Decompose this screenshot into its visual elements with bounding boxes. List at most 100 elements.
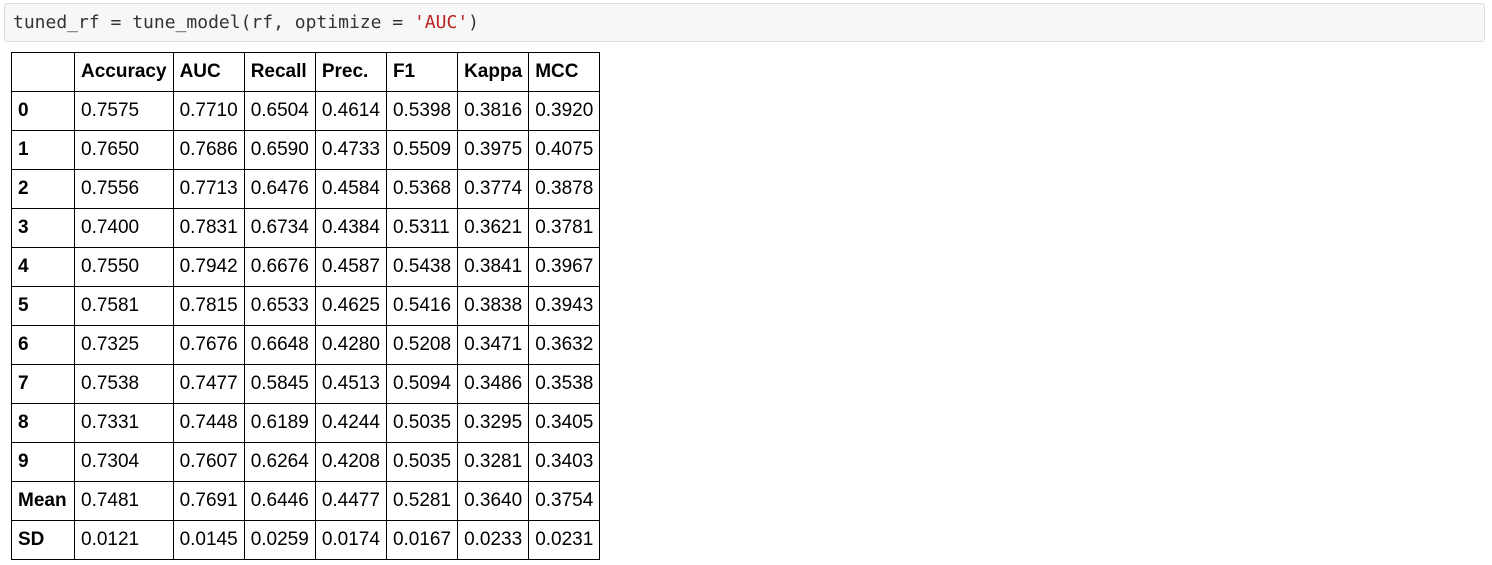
metric-cell: 0.7331 [74, 403, 174, 443]
metric-cell: 0.7550 [74, 247, 174, 287]
metric-cell: 0.7713 [172, 169, 245, 209]
metric-cell: 0.7676 [172, 325, 245, 365]
table-header: Accuracy AUC Recall Prec. F1 Kappa MCC [11, 52, 601, 92]
table-row: 5 0.7581 0.7815 0.6533 0.4625 0.5416 0.3838 0.3… [11, 286, 601, 326]
code-cell[interactable]: tuned_rf = tune_model(rf, optimize = 'AU… [4, 3, 1485, 42]
row-index-cell: 4 [11, 247, 75, 287]
metric-cell: 0.5438 [385, 247, 459, 287]
metric-cell: 0.5208 [385, 325, 459, 365]
row-index-cell: SD [11, 520, 75, 560]
column-header-mcc: MCC [528, 52, 601, 92]
metric-cell: 0.4584 [314, 169, 387, 209]
metric-cell: 0.7304 [74, 442, 174, 482]
table-row: 1 0.7650 0.7686 0.6590 0.4733 0.5509 0.3975 0.4… [11, 130, 601, 170]
table-body: 0 0.7575 0.7710 0.6504 0.4614 0.5398 0.3816 0.3… [11, 91, 601, 560]
row-index-cell: 1 [11, 130, 75, 170]
metric-cell: 0.7477 [172, 364, 245, 404]
column-header-prec: Prec. [314, 52, 387, 92]
row-index-cell: Mean [11, 481, 75, 521]
metric-cell: 0.7831 [172, 208, 245, 248]
code-string-literal: 'AUC' [413, 12, 469, 33]
metric-cell: 0.4477 [314, 481, 387, 521]
metric-cell: 0.3621 [457, 208, 530, 248]
metric-cell: 0.5509 [385, 130, 459, 170]
code-text: tuned_rf = tune_model(rf, optimize = [13, 12, 414, 33]
metric-cell: 0.0259 [243, 520, 316, 560]
column-header-kappa: Kappa [457, 52, 530, 92]
table-row: 0 0.7575 0.7710 0.6504 0.4614 0.5398 0.3816 0.3… [11, 91, 601, 131]
metric-cell: 0.6189 [243, 403, 316, 443]
metric-cell: 0.4513 [314, 364, 387, 404]
metric-cell: 0.7575 [74, 91, 174, 131]
metric-cell: 0.7581 [74, 286, 174, 326]
table-row: 2 0.7556 0.7713 0.6476 0.4584 0.5368 0.3774 0.3… [11, 169, 601, 209]
metric-cell: 0.4614 [314, 91, 387, 131]
metric-cell: 0.7538 [74, 364, 174, 404]
row-index-cell: 7 [11, 364, 75, 404]
metric-cell: 0.3405 [528, 403, 601, 443]
metric-cell: 0.7650 [74, 130, 174, 170]
metric-cell: 0.5368 [385, 169, 459, 209]
metric-cell: 0.5035 [385, 403, 459, 443]
code-text: ) [468, 12, 479, 33]
metric-cell: 0.3640 [457, 481, 530, 521]
row-index-cell: 8 [11, 403, 75, 443]
metric-cell: 0.3841 [457, 247, 530, 287]
metric-cell: 0.5311 [385, 208, 459, 248]
metric-cell: 0.0121 [74, 520, 174, 560]
metric-cell: 0.3295 [457, 403, 530, 443]
metric-cell: 0.6590 [243, 130, 316, 170]
metric-cell: 0.5281 [385, 481, 459, 521]
metric-cell: 0.7448 [172, 403, 245, 443]
table-row: SD 0.0121 0.0145 0.0259 0.0174 0.0167 0.0233 0.… [11, 520, 601, 560]
table-row: 8 0.7331 0.7448 0.6189 0.4244 0.5035 0.3295 0.3… [11, 403, 601, 443]
metric-cell: 0.4384 [314, 208, 387, 248]
metric-cell: 0.0174 [314, 520, 387, 560]
metric-cell: 0.5416 [385, 286, 459, 326]
metric-cell: 0.7815 [172, 286, 245, 326]
metric-cell: 0.3632 [528, 325, 601, 365]
metric-cell: 0.4587 [314, 247, 387, 287]
metric-cell: 0.4244 [314, 403, 387, 443]
metric-cell: 0.3943 [528, 286, 601, 326]
metric-cell: 0.6676 [243, 247, 316, 287]
metric-cell: 0.5094 [385, 364, 459, 404]
metric-cell: 0.3281 [457, 442, 530, 482]
corner-header-cell [11, 52, 75, 92]
metric-cell: 0.6264 [243, 442, 316, 482]
row-index-cell: 0 [11, 91, 75, 131]
metric-cell: 0.4075 [528, 130, 601, 170]
metric-cell: 0.0231 [528, 520, 601, 560]
metric-cell: 0.7556 [74, 169, 174, 209]
table-row: 9 0.7304 0.7607 0.6264 0.4208 0.5035 0.3281 0.3… [11, 442, 601, 482]
metric-cell: 0.3878 [528, 169, 601, 209]
row-index-cell: 9 [11, 442, 75, 482]
results-table: Accuracy AUC Recall Prec. F1 Kappa MCC 0 0.7575… [11, 52, 601, 560]
column-header-recall: Recall [243, 52, 316, 92]
metric-cell: 0.4733 [314, 130, 387, 170]
metric-cell: 0.7691 [172, 481, 245, 521]
metric-cell: 0.5398 [385, 91, 459, 131]
metric-cell: 0.3471 [457, 325, 530, 365]
metric-cell: 0.3538 [528, 364, 601, 404]
metric-cell: 0.3403 [528, 442, 601, 482]
metric-cell: 0.6476 [243, 169, 316, 209]
metric-cell: 0.3816 [457, 91, 530, 131]
metric-cell: 0.6446 [243, 481, 316, 521]
metric-cell: 0.7686 [172, 130, 245, 170]
header-row: Accuracy AUC Recall Prec. F1 Kappa MCC [11, 52, 601, 92]
table-row: 3 0.7400 0.7831 0.6734 0.4384 0.5311 0.3621 0.3… [11, 208, 601, 248]
metric-cell: 0.6533 [243, 286, 316, 326]
row-index-cell: 5 [11, 286, 75, 326]
metric-cell: 0.6734 [243, 208, 316, 248]
table-row: 7 0.7538 0.7477 0.5845 0.4513 0.5094 0.3486 0.3… [11, 364, 601, 404]
table-row: 6 0.7325 0.7676 0.6648 0.4280 0.5208 0.3471 0.3… [11, 325, 601, 365]
column-header-f1: F1 [385, 52, 459, 92]
metric-cell: 0.5035 [385, 442, 459, 482]
metric-cell: 0.0167 [385, 520, 459, 560]
metric-cell: 0.7481 [74, 481, 174, 521]
metric-cell: 0.3781 [528, 208, 601, 248]
row-index-cell: 2 [11, 169, 75, 209]
metric-cell: 0.4208 [314, 442, 387, 482]
metric-cell: 0.3838 [457, 286, 530, 326]
